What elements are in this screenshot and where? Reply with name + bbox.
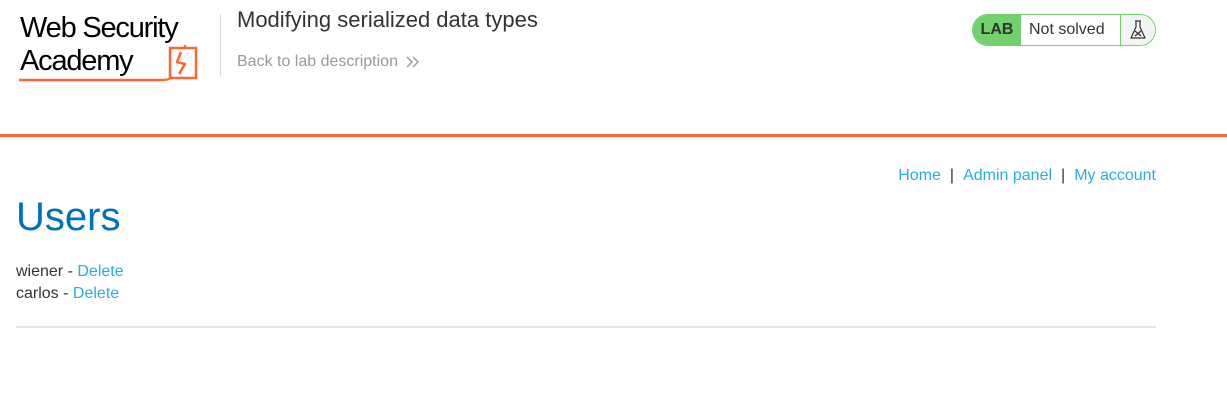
web-security-academy-logo[interactable]: Web Security Academy [17, 12, 217, 84]
double-chevron-right-icon [406, 56, 419, 68]
username: wiener [16, 263, 64, 280]
my-account-link[interactable]: My account [1074, 167, 1156, 184]
delete-user-wiener-link[interactable]: Delete [77, 263, 123, 280]
user-separator: - [58, 285, 73, 302]
header-divider [220, 14, 221, 76]
user-list: wiener - Delete carlos - Delete [16, 261, 124, 305]
admin-panel-link[interactable]: Admin panel [963, 167, 1052, 184]
content-divider [16, 326, 1156, 328]
user-row: wiener - Delete [16, 261, 124, 283]
nav-separator: | [1061, 167, 1066, 184]
flask-icon [1121, 15, 1155, 45]
user-separator: - [63, 263, 78, 280]
page-title: Users [16, 195, 121, 239]
home-link[interactable]: Home [898, 167, 941, 184]
logo-mark-icon [19, 45, 198, 82]
lab-status-widget: LAB Not solved [972, 14, 1156, 46]
site-header: Web Security Academy Modifying serialize… [0, 0, 1227, 137]
lab-badge: LAB [973, 15, 1021, 45]
username: carlos [16, 285, 59, 302]
lab-title-block: Modifying serialized data types Back to … [237, 7, 538, 71]
back-to-lab-description-link[interactable]: Back to lab description [237, 53, 420, 71]
delete-user-carlos-link[interactable]: Delete [73, 285, 119, 302]
lab-status-text: Not solved [1021, 15, 1121, 45]
account-navigation: Home | Admin panel | My account [898, 167, 1156, 185]
nav-separator: | [949, 167, 955, 184]
user-row: carlos - Delete [16, 283, 124, 305]
back-link-label: Back to lab description [237, 53, 398, 70]
lab-title: Modifying serialized data types [237, 7, 538, 32]
